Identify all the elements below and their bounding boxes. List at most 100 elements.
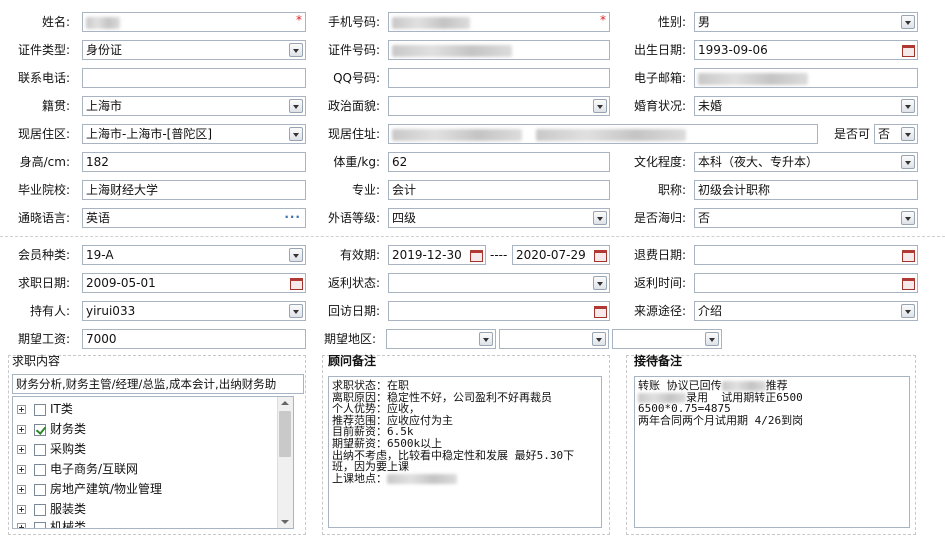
qq-input[interactable] [388, 68, 610, 88]
job-category-tree[interactable]: IT类 财务类 采购类 电子商务/互联网 房地产建筑/物业管理 服装类 机械类 [12, 396, 294, 529]
calendar-icon[interactable] [469, 248, 483, 262]
checkbox[interactable] [34, 463, 46, 476]
refund-date-input[interactable] [694, 245, 918, 265]
marital-value: 未婚 [698, 99, 723, 113]
overseas-select[interactable]: 否 [694, 208, 918, 228]
chevron-down-icon[interactable] [593, 276, 607, 290]
chevron-down-icon[interactable] [289, 248, 303, 262]
major-label: 专业: [351, 183, 380, 197]
mobile-input[interactable]: * [388, 12, 610, 32]
calendar-icon[interactable] [901, 43, 915, 57]
scroll-down-icon[interactable] [281, 520, 289, 524]
calendar-icon[interactable] [593, 248, 607, 262]
holder-select[interactable]: yirui033 [82, 301, 306, 321]
title-label: 职称: [657, 183, 686, 197]
chevron-down-icon[interactable] [289, 99, 303, 113]
gender-select[interactable]: 男 [694, 12, 918, 32]
scroll-up-icon[interactable] [281, 401, 289, 405]
language-label: 通晓语言: [17, 211, 70, 225]
foreign-level-select[interactable]: 四级 [388, 208, 610, 228]
chevron-down-icon[interactable] [593, 211, 607, 225]
checkbox[interactable] [34, 521, 46, 528]
language-input[interactable]: 英语 ··· [82, 208, 306, 228]
checkbox[interactable] [34, 443, 46, 456]
birth-date-input[interactable]: 1993-09-06 [694, 40, 918, 60]
tree-item[interactable]: 采购类 [17, 439, 86, 459]
job-content-summary[interactable]: 财务分析,财务主管/经理/总监,成本会计,出纳财务助 [12, 374, 304, 394]
tree-item[interactable]: 服装类 [17, 499, 86, 519]
native-place-select[interactable]: 上海市 [82, 96, 306, 116]
expected-salary-input[interactable]: 7000 [82, 329, 306, 349]
education-select[interactable]: 本科（夜大、专升本） [694, 152, 918, 172]
chevron-down-icon[interactable] [289, 304, 303, 318]
tree-scrollbar[interactable] [277, 397, 293, 528]
expand-icon[interactable] [17, 505, 26, 514]
tree-item[interactable]: IT类 [17, 399, 73, 419]
source-select[interactable]: 介绍 [694, 301, 918, 321]
id-type-select[interactable]: 身份证 [82, 40, 306, 60]
chevron-down-icon[interactable] [901, 211, 915, 225]
school-input[interactable]: 上海财经大学 [82, 180, 306, 200]
calendar-icon[interactable] [593, 304, 607, 318]
chevron-down-icon[interactable] [289, 127, 303, 141]
region-province-select[interactable] [386, 329, 496, 349]
chevron-down-icon[interactable] [901, 155, 915, 169]
tree-item[interactable]: 电子商务/互联网 [17, 459, 138, 479]
height-value: 182 [86, 155, 109, 169]
checkbox[interactable] [34, 483, 46, 496]
valid-from-value: 2019-12-30 [392, 248, 462, 262]
political-select[interactable] [388, 96, 610, 116]
region-district-select[interactable] [612, 329, 722, 349]
tree-item[interactable]: 机械类 [17, 517, 86, 528]
more-icon[interactable]: ··· [284, 209, 301, 225]
is-ok-select[interactable]: 否 [874, 124, 918, 144]
email-input[interactable] [694, 68, 918, 88]
expand-icon[interactable] [17, 405, 26, 414]
major-input[interactable]: 会计 [388, 180, 610, 200]
chevron-down-icon[interactable] [901, 15, 915, 29]
chevron-down-icon[interactable] [593, 99, 607, 113]
holder-value: yirui033 [86, 304, 136, 318]
visit-date-input[interactable] [388, 301, 610, 321]
height-input[interactable]: 182 [82, 152, 306, 172]
checkbox-checked[interactable] [34, 423, 46, 436]
calendar-icon[interactable] [901, 276, 915, 290]
reception-notes[interactable]: 转账 协议已回传 推荐 录用 试用期转正6500 6500*0.75=4875 两年合同… [634, 376, 910, 528]
chevron-down-icon[interactable] [901, 127, 915, 141]
expand-icon[interactable] [17, 425, 26, 434]
title-input[interactable]: 初级会计职称 [694, 180, 918, 200]
expand-icon[interactable] [17, 465, 26, 474]
residence-area-select[interactable]: 上海市-上海市-[普陀区] [82, 124, 306, 144]
rebate-time-input[interactable] [694, 273, 918, 293]
job-date-input[interactable]: 2009-05-01 [82, 273, 306, 293]
checkbox[interactable] [34, 403, 46, 416]
weight-input[interactable]: 62 [388, 152, 610, 172]
rebate-status-select[interactable] [388, 273, 610, 293]
tree-item[interactable]: 财务类 [17, 419, 86, 439]
id-number-input[interactable] [388, 40, 610, 60]
region-city-select[interactable] [499, 329, 609, 349]
expand-icon[interactable] [17, 523, 26, 528]
valid-from-input[interactable]: 2019-12-30 [388, 245, 486, 265]
phone-input[interactable] [82, 68, 306, 88]
valid-to-input[interactable]: 2020-07-29 [512, 245, 610, 265]
expand-icon[interactable] [17, 485, 26, 494]
name-input[interactable]: * [82, 12, 306, 32]
chevron-down-icon[interactable] [705, 332, 719, 346]
id-number-label: 证件号码: [327, 43, 380, 57]
expand-icon[interactable] [17, 445, 26, 454]
chevron-down-icon[interactable] [479, 332, 493, 346]
consultant-notes[interactable]: 求职状态：在职 离职原因：稳定性不好，公司盈利不好再裁员 个人优势：应收， 推荐范围：… [328, 376, 602, 528]
calendar-icon[interactable] [289, 276, 303, 290]
chevron-down-icon[interactable] [901, 304, 915, 318]
scroll-thumb[interactable] [279, 411, 291, 457]
chevron-down-icon[interactable] [592, 332, 606, 346]
chevron-down-icon[interactable] [289, 43, 303, 57]
checkbox[interactable] [34, 503, 46, 516]
residence-address-input[interactable] [388, 124, 818, 144]
marital-select[interactable]: 未婚 [694, 96, 918, 116]
calendar-icon[interactable] [901, 248, 915, 262]
chevron-down-icon[interactable] [901, 99, 915, 113]
member-type-select[interactable]: 19-A [82, 245, 306, 265]
tree-item[interactable]: 房地产建筑/物业管理 [17, 479, 162, 499]
